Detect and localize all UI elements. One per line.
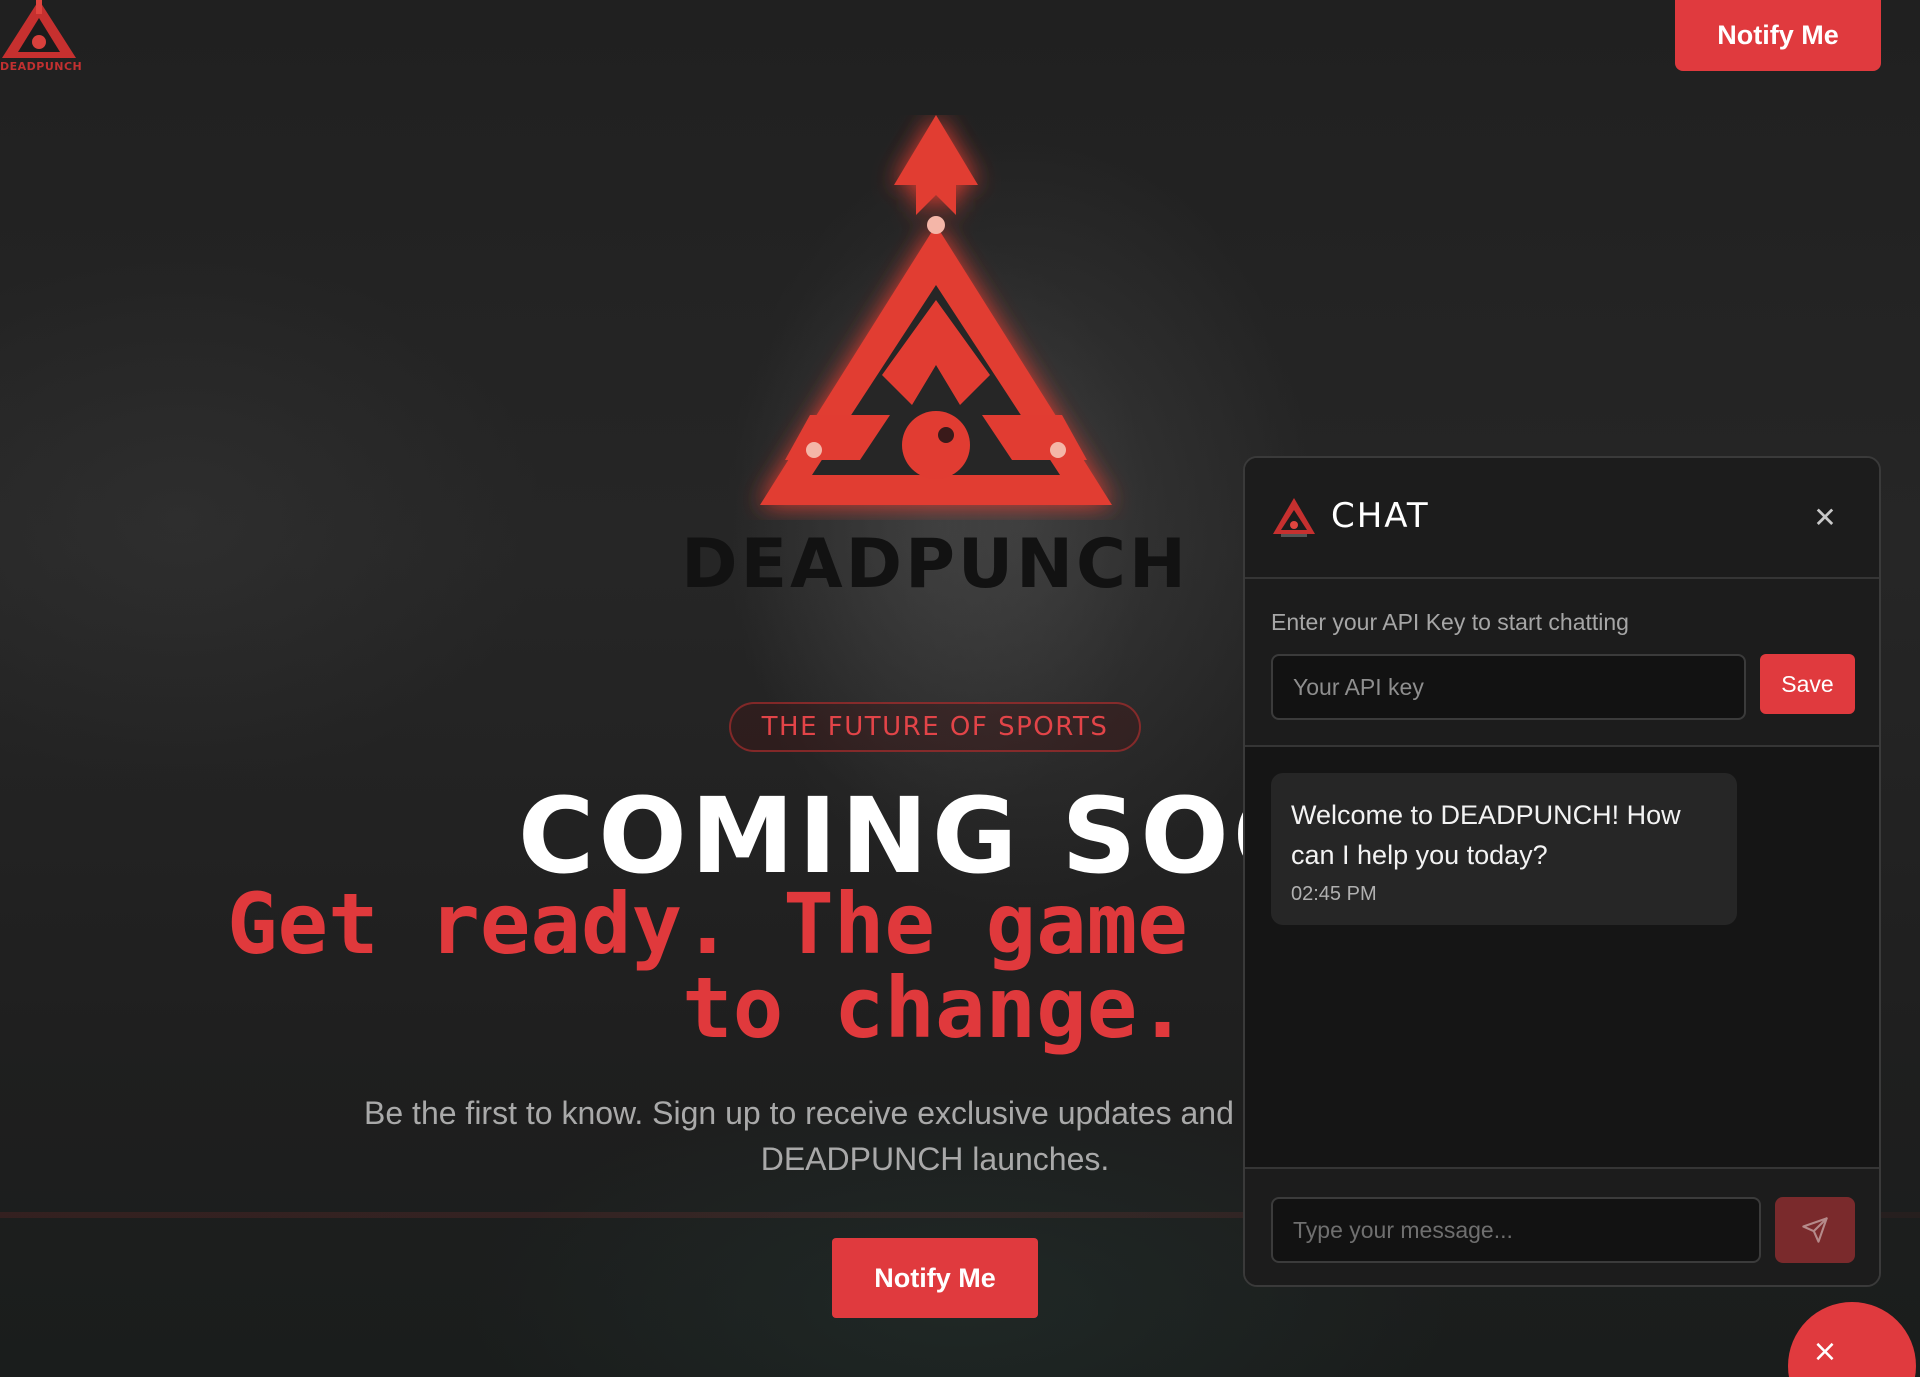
corner-logo-text: DEADPUNCH bbox=[0, 60, 83, 73]
save-button[interactable]: Save bbox=[1760, 654, 1855, 714]
chat-panel: CHAT ✕ Enter your API Key to start chatt… bbox=[1243, 456, 1881, 1287]
close-icon: × bbox=[1812, 1334, 1838, 1369]
message-list: Welcome to DEADPUNCH! How can I help you… bbox=[1245, 747, 1879, 1167]
message-time: 02:45 PM bbox=[1291, 883, 1377, 905]
chat-header: CHAT ✕ bbox=[1245, 458, 1879, 579]
message-text: Welcome to DEADPUNCH! How can I help you… bbox=[1291, 800, 1681, 870]
corner-logo[interactable]: DEADPUNCH bbox=[0, 0, 88, 74]
top-notify-button[interactable]: Notify Me bbox=[1675, 0, 1881, 71]
message-bubble: Welcome to DEADPUNCH! How can I help you… bbox=[1271, 773, 1737, 925]
composer bbox=[1245, 1167, 1879, 1285]
send-button[interactable] bbox=[1775, 1197, 1855, 1263]
chat-logo-icon bbox=[1273, 498, 1315, 537]
tagline-badge: THE FUTURE OF SPORTS bbox=[729, 702, 1141, 752]
api-key-input[interactable] bbox=[1271, 654, 1746, 720]
close-icon[interactable]: ✕ bbox=[1807, 500, 1843, 536]
message-input[interactable] bbox=[1271, 1197, 1761, 1263]
api-key-section: Enter your API Key to start chatting Sav… bbox=[1245, 579, 1879, 747]
chat-title: CHAT bbox=[1331, 496, 1430, 536]
send-icon bbox=[1802, 1217, 1828, 1243]
logo-icon bbox=[2, 0, 76, 58]
deadpunch-emblem-icon bbox=[760, 115, 1112, 505]
brand-wordmark: DEADPUNCH bbox=[681, 525, 1189, 604]
api-key-label: Enter your API Key to start chatting bbox=[1271, 609, 1629, 635]
hero-notify-button[interactable]: Notify Me bbox=[832, 1238, 1038, 1318]
